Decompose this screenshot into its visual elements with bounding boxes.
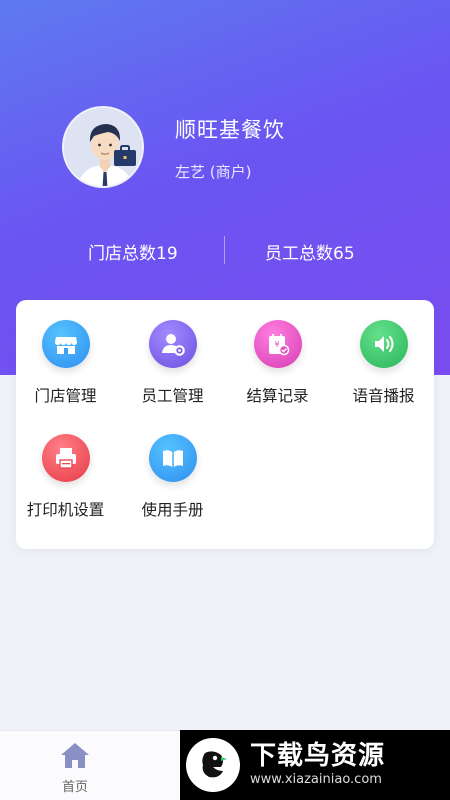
tab-home[interactable]: 首页 [44, 741, 106, 797]
function-menu-card: 门店管理 员工管理 ¥ 结算记录 语音播报 打印机设置 使用手册 [16, 300, 434, 549]
menu-item-label: 使用手册 [141, 501, 204, 519]
avatar[interactable] [62, 106, 144, 188]
employee-settings-icon [148, 320, 197, 368]
printer-icon [41, 434, 90, 482]
watermark-url: www.xiazainiao.com [250, 772, 382, 787]
menu-item-store-management[interactable]: 门店管理 [13, 320, 118, 430]
book-icon [148, 434, 197, 482]
speaker-icon [359, 320, 408, 368]
menu-item-label: 门店管理 [34, 387, 97, 405]
stats-bar: 门店总数19 员工总数65 [0, 236, 450, 266]
stats-divider [224, 236, 225, 264]
menu-item-employee-management[interactable]: 员工管理 [120, 320, 225, 430]
menu-item-voice-broadcast[interactable]: 语音播报 [331, 320, 436, 430]
menu-item-printer-settings[interactable]: 打印机设置 [13, 434, 118, 544]
bird-logo-icon [186, 738, 240, 792]
settlement-icon: ¥ [253, 320, 302, 368]
user-name-role: 左艺 (商户) [175, 163, 252, 181]
menu-item-label: 结算记录 [246, 387, 309, 405]
employee-count[interactable]: 员工总数65 [265, 239, 355, 264]
shop-name: 顺旺基餐饮 [175, 118, 285, 142]
businessman-avatar-icon [64, 108, 142, 186]
tab-home-label: 首页 [61, 780, 88, 795]
menu-item-label: 语音播报 [352, 387, 415, 405]
menu-item-label: 打印机设置 [26, 501, 105, 519]
watermark-text: 下载鸟资源 www.xiazainiao.com [250, 741, 385, 789]
svg-text:¥: ¥ [274, 340, 279, 349]
watermark-banner: 下载鸟资源 www.xiazainiao.com [180, 730, 450, 800]
home-icon [61, 743, 89, 768]
menu-item-settlement-records[interactable]: ¥ 结算记录 [225, 320, 330, 430]
watermark-title: 下载鸟资源 [250, 741, 386, 771]
menu-item-user-manual[interactable]: 使用手册 [120, 434, 225, 544]
store-icon [41, 320, 90, 368]
menu-item-label: 员工管理 [141, 387, 204, 405]
store-count[interactable]: 门店总数19 [88, 239, 178, 264]
